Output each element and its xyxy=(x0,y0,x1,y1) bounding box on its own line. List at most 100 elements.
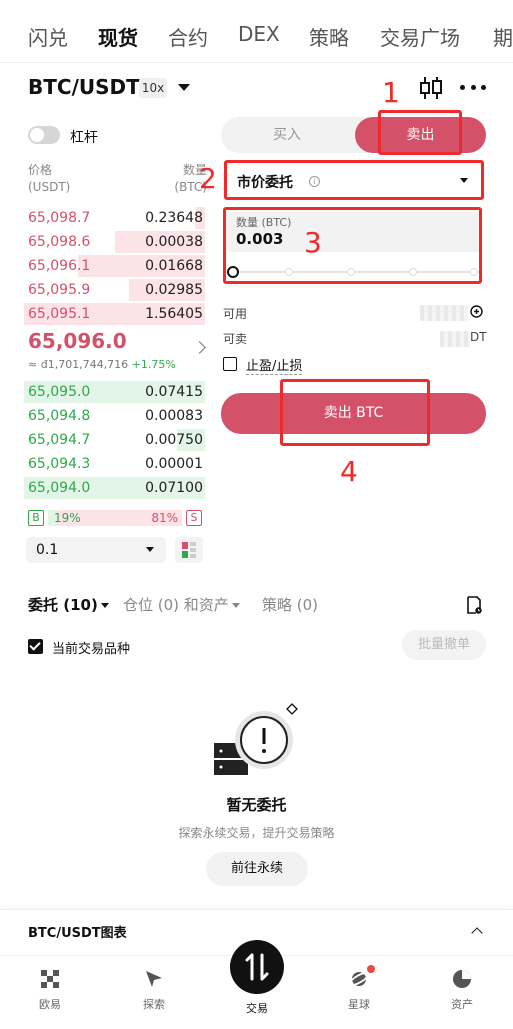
current-pair-label: 当前交易品种 xyxy=(52,642,131,657)
nav-label: 资产 xyxy=(451,998,473,1011)
margin-toggle[interactable] xyxy=(28,126,60,144)
top-nav: 闪兑 现货 合约 DEX 策略 交易广场 期 xyxy=(0,0,513,70)
bid-price: 65,094.3 xyxy=(28,456,91,472)
tab-dex[interactable]: DEX xyxy=(238,22,280,46)
tab-trading-square[interactable]: 交易广场 xyxy=(380,22,460,51)
annotation-number-4: 4 xyxy=(340,455,358,488)
bid-price: 65,094.8 xyxy=(28,408,91,424)
bid-row[interactable]: 65,094.3 0.00001 xyxy=(24,452,205,476)
tab-strategy[interactable]: 策略 xyxy=(309,22,349,51)
available-value-blurred xyxy=(420,305,468,321)
cancel-all-button[interactable]: 批量撤单 xyxy=(402,630,486,660)
last-price: 65,096.0 xyxy=(28,329,127,353)
leverage-badge: 10x xyxy=(139,78,167,98)
chevron-up-icon[interactable] xyxy=(471,927,483,939)
bid-row[interactable]: 65,095.0 0.07415 xyxy=(24,380,205,404)
tab-open-orders[interactable]: 委托 (10) xyxy=(28,594,109,615)
ask-qty: 0.00038 xyxy=(145,234,203,250)
notification-dot xyxy=(367,965,375,973)
ask-price: 65,096.1 xyxy=(28,258,91,274)
sellable-label: 可卖 xyxy=(223,332,248,346)
nav-item-okx[interactable]: 欧易 xyxy=(20,968,80,1012)
tab-positions-assets[interactable]: 仓位 (0) 和资产 xyxy=(123,594,240,615)
bid-qty: 0.00001 xyxy=(145,456,203,472)
sellable-value-blurred xyxy=(440,331,470,347)
candlestick-icon[interactable] xyxy=(418,75,444,101)
tab-flash-swap[interactable]: 闪兑 xyxy=(28,22,68,51)
buy-sell-ratio-bar: B 19% 81% S xyxy=(26,508,204,528)
tpsl-checkbox[interactable] xyxy=(223,357,237,371)
bid-row[interactable]: 65,094.0 0.07100 xyxy=(24,476,205,500)
tab-strategy-orders[interactable]: 策略 (0) xyxy=(262,594,318,615)
buy-tab[interactable]: 买入 xyxy=(221,117,353,153)
bid-price: 65,094.7 xyxy=(28,432,91,448)
order-history-icon[interactable] xyxy=(466,596,482,614)
pair-title[interactable]: BTC/USDT xyxy=(28,75,140,99)
price-change: +1.75% xyxy=(131,358,176,371)
ask-row[interactable]: 65,096.1 0.01668 xyxy=(24,254,205,278)
ask-qty: 0.01668 xyxy=(145,258,203,274)
nav-item-assets[interactable]: 资产 xyxy=(432,968,492,1012)
nav-label-trade: 交易 xyxy=(246,1002,268,1015)
chart-panel-title: BTC/USDT图表 xyxy=(28,926,127,941)
empty-orders-illustration xyxy=(214,703,298,775)
available-label: 可用 xyxy=(223,307,248,321)
depth-precision-select[interactable]: 0.1 xyxy=(26,537,166,563)
annotation-box-4 xyxy=(280,379,430,446)
planet-icon xyxy=(348,971,370,987)
annotation-number-1: 1 xyxy=(382,76,400,109)
bid-qty: 0.00750 xyxy=(145,432,203,448)
tpsl-label[interactable]: 止盈/止损 xyxy=(246,355,303,375)
add-funds-icon[interactable] xyxy=(470,305,483,318)
tab-spot[interactable]: 现货 xyxy=(98,22,138,51)
go-to-perpetual-button[interactable]: 前往永续 xyxy=(206,852,308,886)
sell-ratio-badge: S xyxy=(186,510,202,526)
ask-row[interactable]: 65,098.6 0.00038 xyxy=(24,230,205,254)
chevron-down-icon xyxy=(146,547,154,552)
bid-row[interactable]: 65,094.7 0.00750 xyxy=(24,428,205,452)
bid-price: 65,094.0 xyxy=(28,480,91,496)
nav-item-trade[interactable] xyxy=(230,940,284,994)
ask-price: 65,095.9 xyxy=(28,282,91,298)
annotation-number-3: 3 xyxy=(304,226,322,259)
annotation-box-1 xyxy=(378,110,462,155)
more-dots-icon[interactable] xyxy=(460,85,486,91)
nav-label: 探索 xyxy=(143,998,165,1011)
bid-price: 65,095.0 xyxy=(28,384,91,400)
ask-qty: 0.02985 xyxy=(145,282,203,298)
bid-row[interactable]: 65,094.8 0.00083 xyxy=(24,404,205,428)
nav-item-planet[interactable]: 星球 xyxy=(329,968,389,1012)
bid-qty: 0.07415 xyxy=(145,384,203,400)
margin-toggle-label: 杠杆 xyxy=(70,130,98,146)
tab-options-partial[interactable]: 期 xyxy=(493,22,513,51)
ask-row[interactable]: 65,095.1 1.56405 xyxy=(24,302,205,326)
sell-ratio: 81% xyxy=(151,511,178,525)
pair-dropdown-icon[interactable] xyxy=(178,84,190,91)
ask-price: 65,095.1 xyxy=(28,306,91,322)
ask-row[interactable]: 65,098.7 0.23648 xyxy=(24,206,205,230)
ask-row[interactable]: 65,095.9 0.02985 xyxy=(24,278,205,302)
bid-qty: 0.07100 xyxy=(145,480,203,496)
current-pair-checkbox[interactable] xyxy=(28,639,43,654)
nav-item-explore[interactable]: 探索 xyxy=(124,968,184,1012)
annotation-box-3 xyxy=(223,207,482,284)
nav-label: 星球 xyxy=(348,998,370,1011)
empty-state-title: 暂无委托 xyxy=(226,796,287,814)
pie-chart-icon xyxy=(453,970,471,988)
top-divider xyxy=(0,62,513,63)
compass-icon xyxy=(146,971,162,987)
annotation-number-2: 2 xyxy=(199,162,217,195)
tab-futures[interactable]: 合约 xyxy=(168,22,208,51)
last-price-fiat: ≈ đ1,701,744,716 +1.75% xyxy=(28,358,176,371)
orderbook-layout-icon[interactable] xyxy=(175,537,203,563)
depth-precision-value: 0.1 xyxy=(36,542,59,558)
sellable-unit: DT xyxy=(470,330,487,344)
ask-price: 65,098.6 xyxy=(28,234,91,250)
annotation-box-2 xyxy=(224,160,484,200)
bid-qty: 0.00083 xyxy=(145,408,203,424)
ask-qty: 1.56405 xyxy=(145,306,203,322)
nav-label: 欧易 xyxy=(39,998,61,1011)
chevron-right-icon[interactable] xyxy=(193,341,206,354)
buy-ratio-badge: B xyxy=(28,510,44,526)
orderbook-price-header: 价格 (USDT) xyxy=(28,163,71,194)
